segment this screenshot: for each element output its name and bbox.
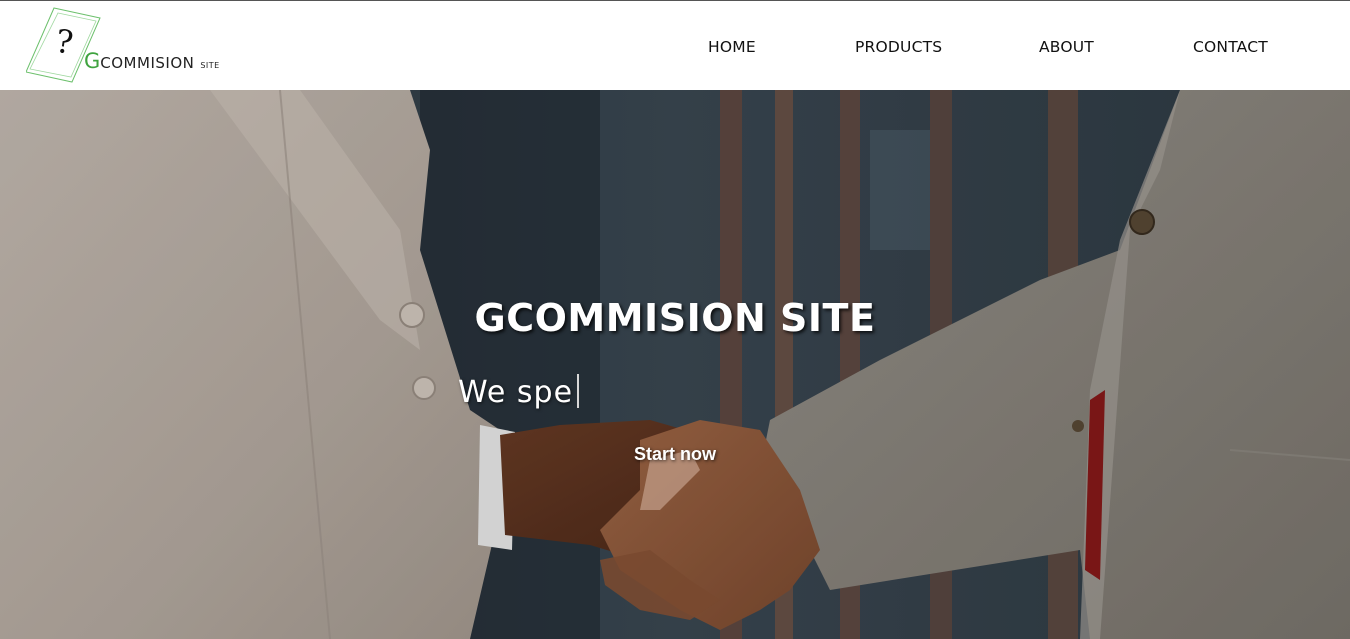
hero-title: GCOMMISION SITE <box>474 296 876 340</box>
main-nav: HOME PRODUCTS ABOUT CONTACT <box>0 38 1350 58</box>
start-now-button[interactable]: Start now <box>612 440 738 468</box>
hero-typing-value: We spe <box>458 375 574 410</box>
hero-typing-text: We spe <box>458 374 580 410</box>
page: ? GCOMMISION SITE HOME PRODUCTS ABOUT CON… <box>0 0 1350 639</box>
hero-background-image <box>0 90 1350 639</box>
logo-small-word: SITE <box>200 61 220 70</box>
nav-about-link[interactable]: ABOUT <box>1039 38 1094 56</box>
site-header: ? GCOMMISION SITE HOME PRODUCTS ABOUT CON… <box>0 0 1350 90</box>
typing-cursor <box>577 374 580 408</box>
nav-contact-link[interactable]: CONTACT <box>1193 38 1268 56</box>
hero-section: GCOMMISION SITE We spe Start now <box>0 90 1350 639</box>
nav-home-link[interactable]: HOME <box>708 38 756 56</box>
nav-products-link[interactable]: PRODUCTS <box>855 38 942 56</box>
